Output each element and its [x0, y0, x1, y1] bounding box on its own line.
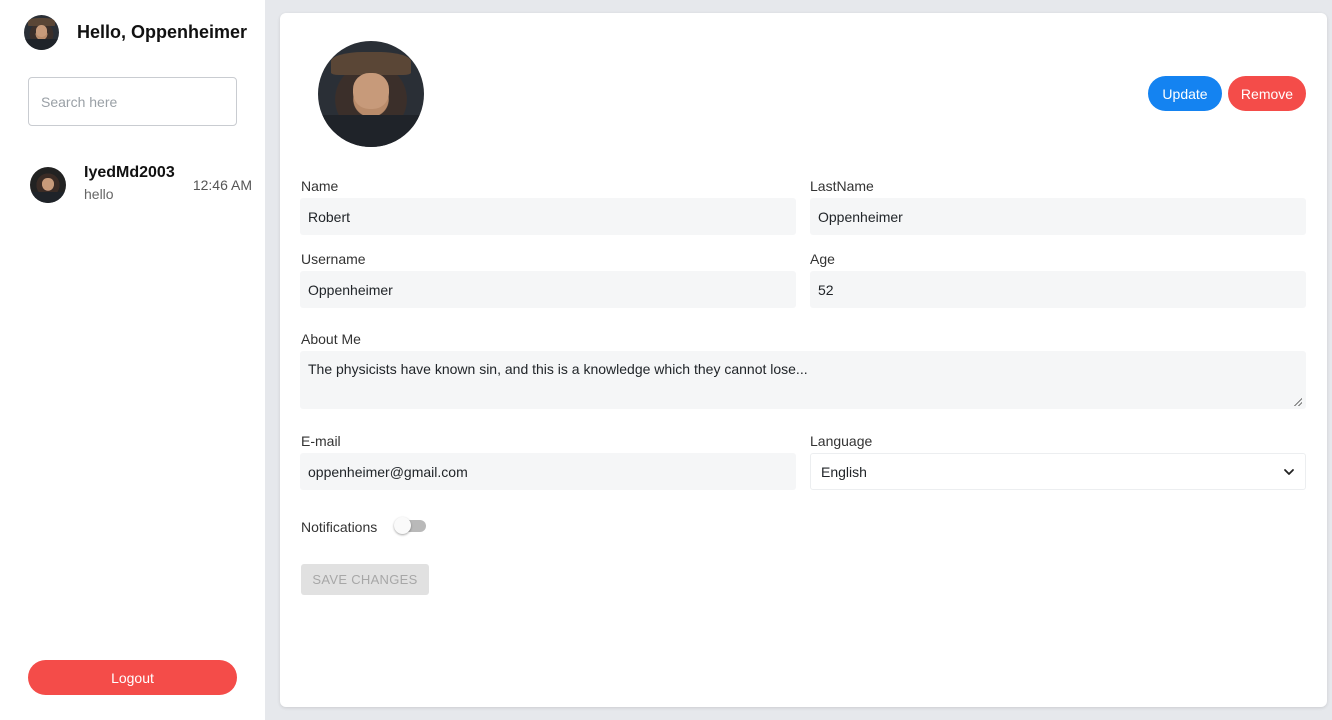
sidebar: Hello, Oppenheimer IyedMd2003 hello 12:4… [0, 0, 265, 720]
user-avatar[interactable] [24, 14, 59, 50]
name-label: Name [301, 178, 339, 194]
language-label: Language [810, 433, 873, 449]
language-selected-value: English [821, 463, 867, 480]
logout-button[interactable]: Logout [28, 660, 237, 695]
avatar-coat [318, 115, 424, 147]
toggle-knob [394, 517, 411, 534]
name-field[interactable]: Robert [300, 198, 796, 235]
profile-card: Update Remove Name Robert LastName Oppen… [280, 13, 1327, 707]
message-time: 12:46 AM [192, 177, 252, 193]
avatar-coat [30, 192, 66, 203]
save-changes-button[interactable]: SAVE CHANGES [301, 564, 429, 595]
search-box [28, 77, 237, 126]
resize-handle-icon[interactable] [1294, 398, 1302, 406]
profile-picture[interactable] [318, 41, 424, 147]
contact-name: IyedMd2003 [84, 164, 175, 181]
lastname-field[interactable]: Oppenheimer [810, 198, 1306, 235]
greeting-title: Hello, Oppenheimer [77, 21, 248, 42]
remove-button[interactable]: Remove [1228, 76, 1306, 111]
age-label: Age [810, 251, 835, 267]
notifications-toggle[interactable] [394, 517, 428, 534]
email-label: E-mail [301, 433, 341, 449]
chat-meta: IyedMd2003 hello [84, 163, 193, 202]
avatar-coat [24, 39, 59, 50]
app-root: Hello, Oppenheimer IyedMd2003 hello 12:4… [0, 0, 1332, 720]
lastname-label: LastName [810, 178, 874, 194]
chevron-down-icon [1284, 468, 1294, 475]
search-input[interactable] [41, 93, 222, 110]
age-field[interactable]: 52 [810, 271, 1306, 308]
avatar-face [352, 72, 390, 109]
avatar-hat [330, 51, 412, 75]
language-select[interactable]: English [810, 453, 1306, 490]
username-field[interactable]: Oppenheimer [300, 271, 796, 308]
last-message: hello [84, 186, 114, 202]
chat-list-item[interactable]: IyedMd2003 hello 12:46 AM [30, 163, 252, 211]
about-textarea[interactable]: The physicists have known sin, and this … [300, 351, 1306, 409]
update-button[interactable]: Update [1148, 76, 1222, 111]
notifications-label: Notifications [301, 519, 378, 535]
avatar-face [35, 25, 48, 37]
contact-avatar [30, 167, 66, 203]
username-label: Username [301, 251, 366, 267]
about-text: The physicists have known sin, and this … [308, 361, 808, 377]
email-field[interactable]: oppenheimer@gmail.com [300, 453, 796, 490]
avatar-face [41, 177, 55, 191]
sidebar-header: Hello, Oppenheimer [24, 14, 247, 50]
about-label: About Me [301, 331, 361, 347]
